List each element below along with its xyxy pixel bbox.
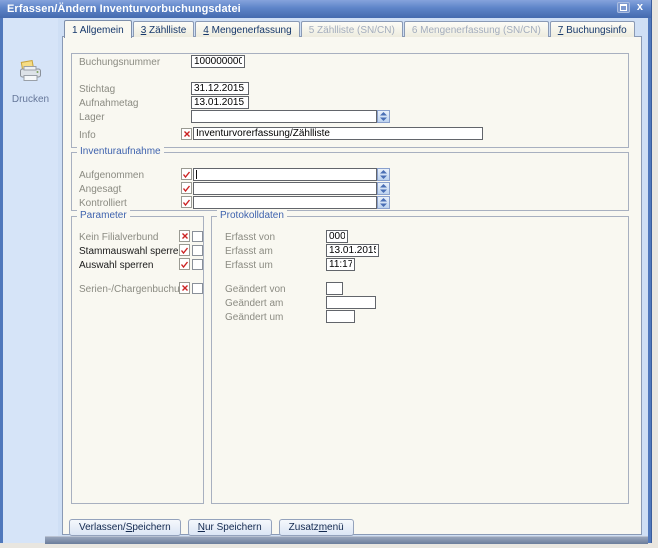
buchungsnummer-input[interactable] bbox=[191, 55, 245, 68]
stammauswahl-sperren-label: Stammauswahl sperren bbox=[79, 246, 184, 257]
angesagt-input[interactable] bbox=[193, 182, 377, 195]
kontrolliert-label: Kontrolliert bbox=[79, 198, 127, 209]
close-icon[interactable]: x bbox=[637, 2, 643, 13]
erfasst-am-label: Erfasst am bbox=[225, 246, 273, 257]
printer-icon[interactable] bbox=[17, 60, 45, 86]
red-check-icon bbox=[179, 258, 190, 270]
verlassen-speichern-button[interactable]: Verlassen/Speichern bbox=[69, 519, 181, 536]
auswahl-sperren-label: Auswahl sperren bbox=[79, 260, 153, 271]
geaendert-von-label: Geändert von bbox=[225, 284, 286, 295]
drucken-action-label[interactable]: Drucken bbox=[3, 94, 58, 105]
sidebar: Drucken bbox=[3, 18, 59, 543]
aufnahmetag-input[interactable] bbox=[191, 96, 249, 109]
red-check-icon bbox=[179, 244, 190, 256]
red-x-icon bbox=[181, 128, 192, 140]
tabstrip: 1 Allgemein 3 Zählliste 4 Mengenerfassun… bbox=[64, 21, 636, 37]
red-check-icon bbox=[181, 182, 192, 194]
tab-mengenerfassung-sncn: 6 Mengenerfassung (SN/CN) bbox=[404, 21, 549, 37]
buchungsnummer-label: Buchungsnummer bbox=[79, 57, 160, 68]
kein-filialverbund-label: Kein Filialverbund bbox=[79, 232, 159, 243]
app-window: Erfassen/Ändern Inventurvorbuchungsdatei… bbox=[0, 0, 652, 543]
geaendert-am-input[interactable] bbox=[326, 296, 376, 309]
parameter-group-title: Parameter bbox=[77, 210, 130, 222]
text-cursor bbox=[196, 170, 197, 179]
stichtag-label: Stichtag bbox=[79, 84, 115, 95]
info-label: Info bbox=[79, 130, 96, 141]
lager-input[interactable] bbox=[191, 110, 377, 123]
erfasst-von-input[interactable] bbox=[326, 230, 348, 243]
lager-label: Lager bbox=[79, 112, 105, 123]
erfasst-von-label: Erfasst von bbox=[225, 232, 275, 243]
geaendert-um-input[interactable] bbox=[326, 310, 355, 323]
erfasst-am-input[interactable] bbox=[326, 244, 379, 257]
lager-spinner-icon[interactable] bbox=[377, 110, 390, 123]
stichtag-input[interactable] bbox=[191, 82, 249, 95]
erfasst-um-label: Erfasst um bbox=[225, 260, 273, 271]
info-input[interactable] bbox=[193, 127, 483, 140]
tab-zaehlliste[interactable]: 3 Zählliste bbox=[133, 21, 195, 37]
red-x-icon bbox=[179, 282, 190, 294]
aufnahmetag-label: Aufnahmetag bbox=[79, 98, 139, 109]
aufgenommen-input[interactable] bbox=[193, 168, 377, 181]
tabpage-allgemein: Buchungsnummer Stichtag Aufnahmetag Lage… bbox=[62, 36, 642, 535]
nur-speichern-button[interactable]: Nur Speichern bbox=[188, 519, 272, 536]
tab-mengenerfassung[interactable]: 4 Mengenerfassung bbox=[195, 21, 299, 37]
kein-filialverbund-checkbox[interactable] bbox=[192, 231, 203, 242]
red-check-icon bbox=[181, 168, 192, 180]
tab-allgemein[interactable]: 1 Allgemein bbox=[64, 20, 132, 38]
zusatzmenu-button[interactable]: Zusatzmenü bbox=[279, 519, 354, 536]
serien-chargenbuchung-checkbox[interactable] bbox=[192, 283, 203, 294]
stammauswahl-sperren-checkbox[interactable] bbox=[192, 245, 203, 256]
red-check-icon bbox=[181, 196, 192, 208]
geaendert-am-label: Geändert am bbox=[225, 298, 283, 309]
tab-buchungsinfo[interactable]: 7 Buchungsinfo bbox=[550, 21, 635, 37]
restore-icon[interactable] bbox=[617, 2, 630, 13]
window-bottom-bar bbox=[45, 536, 648, 544]
window-title: Erfassen/Ändern Inventurvorbuchungsdatei bbox=[0, 3, 241, 15]
angesagt-spinner-icon[interactable] bbox=[377, 182, 390, 195]
aufgenommen-label: Aufgenommen bbox=[79, 170, 144, 181]
geaendert-um-label: Geändert um bbox=[225, 312, 283, 323]
angesagt-label: Angesagt bbox=[79, 184, 121, 195]
protokolldaten-group-title: Protokolldaten bbox=[217, 210, 287, 222]
red-x-icon bbox=[179, 230, 190, 242]
button-row: Verlassen/Speichern Nur Speichern Zusatz… bbox=[69, 519, 354, 536]
erfasst-um-input[interactable] bbox=[326, 258, 355, 271]
window-border-right bbox=[648, 18, 651, 543]
auswahl-sperren-checkbox[interactable] bbox=[192, 259, 203, 270]
kontrolliert-input[interactable] bbox=[193, 196, 377, 209]
kontrolliert-spinner-icon[interactable] bbox=[377, 196, 390, 209]
inventuraufnahme-group-title: Inventuraufnahme bbox=[77, 146, 164, 158]
tab-zaehlliste-sncn: 5 Zählliste (SN/CN) bbox=[301, 21, 403, 37]
titlebar: Erfassen/Ändern Inventurvorbuchungsdatei… bbox=[0, 0, 651, 19]
serien-chargenbuchung-label: Serien-/Chargenbuchung bbox=[79, 284, 191, 295]
aufgenommen-spinner-icon[interactable] bbox=[377, 168, 390, 181]
protokolldaten-groupbox: Protokolldaten bbox=[211, 216, 629, 504]
geaendert-von-input[interactable] bbox=[326, 282, 343, 295]
